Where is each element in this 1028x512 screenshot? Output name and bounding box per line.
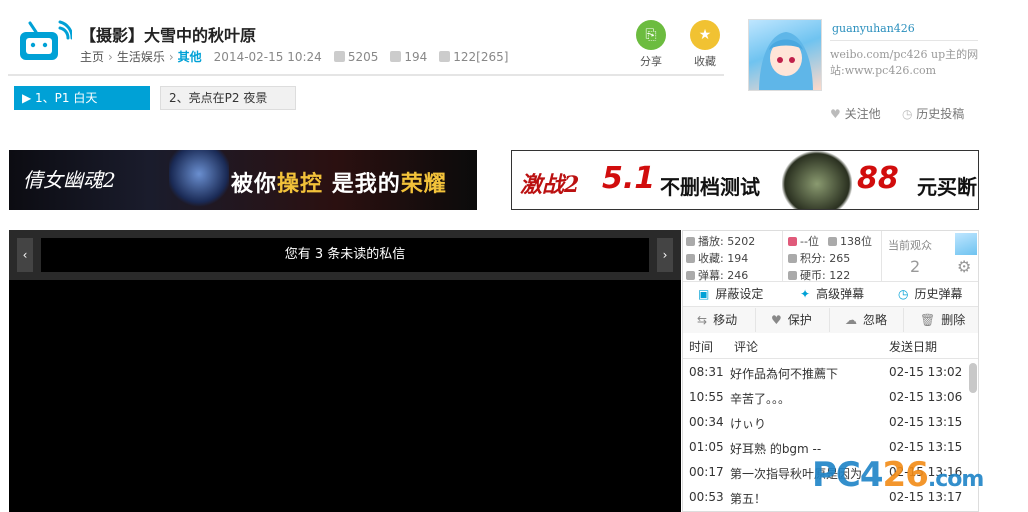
upload-date: 2014-02-15 10:24 bbox=[213, 49, 322, 64]
share-button[interactable]: ⎘ 分享 bbox=[636, 20, 666, 69]
block-icon: ▣ bbox=[698, 287, 710, 301]
ad-character-image bbox=[782, 151, 852, 209]
chevron-right-icon: › bbox=[168, 49, 174, 64]
ad-game-title: 激战2 bbox=[520, 172, 580, 198]
stat-divider bbox=[782, 231, 783, 281]
trash-icon: 🗑 bbox=[920, 313, 936, 327]
list-item[interactable]: 00:34 けぃり 02-15 13:15 bbox=[683, 411, 969, 436]
action-divider bbox=[903, 308, 904, 332]
play-icon: ▶ bbox=[22, 91, 36, 105]
stat-score: 积分: 265 bbox=[788, 250, 850, 266]
star-icon bbox=[788, 254, 797, 263]
page-title: 【摄影】大雪中的秋叶原 bbox=[80, 26, 257, 45]
stat-rank-2: 138位 bbox=[828, 233, 872, 249]
column-comment[interactable]: 评论 bbox=[734, 338, 758, 355]
sparkle-icon: ✦ bbox=[800, 287, 811, 301]
ignore-button[interactable]: ☁ 忽略 bbox=[845, 311, 887, 328]
clock-icon: ◷ bbox=[898, 287, 909, 301]
advanced-danmaku-button[interactable]: ✦ 高级弹幕 bbox=[800, 285, 864, 302]
danmaku-icon bbox=[686, 271, 695, 280]
part-tab-2[interactable]: 2、亮点在P2 夜景 bbox=[160, 86, 296, 110]
ad-hero-image bbox=[169, 150, 229, 210]
breadcrumb: 主页 › 生活娱乐 › 其他 2014-02-15 10:24 5205 194… bbox=[80, 48, 508, 65]
action-divider bbox=[755, 308, 756, 332]
block-settings-button[interactable]: ▣ 屏蔽设定 bbox=[698, 285, 763, 302]
list-item[interactable]: 08:31 好作品為何不推薦下 02-15 13:02 bbox=[683, 361, 969, 386]
message-prev-button[interactable]: ‹ bbox=[17, 238, 33, 272]
history-uploads-link[interactable]: ◷ 历史投稿 bbox=[902, 105, 964, 122]
ad-banner-right[interactable]: 激战2 5.1 不删档测试 88 元买断 bbox=[511, 150, 979, 210]
protect-button[interactable]: ♥ 保护 bbox=[771, 311, 812, 328]
header-divider bbox=[8, 74, 724, 76]
chevron-right-icon: › bbox=[108, 49, 113, 64]
stat-plays: 播放: 5202 bbox=[686, 233, 755, 249]
play-icon bbox=[686, 237, 695, 246]
delete-button[interactable]: 🗑 删除 bbox=[920, 311, 965, 328]
star-icon: ★ bbox=[690, 20, 720, 50]
ad-text: 不删档测试 bbox=[660, 175, 760, 199]
gear-icon[interactable]: ⚙ bbox=[957, 257, 971, 276]
ad-price: 88 bbox=[857, 161, 899, 196]
stat-rank: --位 bbox=[788, 233, 819, 249]
move-button[interactable]: ⇆ 移动 bbox=[697, 311, 737, 328]
star-icon bbox=[390, 51, 402, 62]
share-icon: ⎘ bbox=[636, 20, 666, 50]
favorite-count: 194 bbox=[390, 50, 427, 64]
favorite-label: 收藏 bbox=[694, 55, 716, 68]
cloud-icon: ☁ bbox=[845, 313, 857, 327]
ad-slogan: 被你操控 是我的荣耀 bbox=[231, 172, 447, 197]
danmaku-icon bbox=[439, 51, 451, 62]
user-avatar[interactable] bbox=[955, 233, 977, 255]
site-watermark: PC426.com bbox=[812, 455, 984, 495]
play-icon bbox=[333, 51, 345, 62]
heart-icon: ♥ bbox=[771, 313, 782, 327]
uploader-divider bbox=[830, 40, 978, 41]
clock-icon: ◷ bbox=[902, 107, 917, 121]
history-danmaku-button[interactable]: ◷ 历史弹幕 bbox=[898, 285, 963, 302]
ad-game-title: 倩女幽魂2 bbox=[23, 168, 116, 192]
coin-icon bbox=[788, 271, 797, 280]
danmaku-list-header: 时间 评论 发送日期 bbox=[683, 333, 978, 359]
rank-icon bbox=[828, 237, 837, 246]
column-time[interactable]: 时间 bbox=[689, 338, 713, 355]
message-next-button[interactable]: › bbox=[657, 238, 673, 272]
uploader-avatar[interactable] bbox=[748, 19, 822, 91]
uploader-name[interactable]: guanyuhan426 bbox=[832, 22, 915, 35]
heart-icon bbox=[686, 254, 695, 263]
column-date[interactable]: 发送日期 bbox=[889, 338, 937, 355]
viewers-label: 当前观众 bbox=[888, 239, 932, 252]
unread-message-notice[interactable]: 您有 3 条未读的私信 bbox=[41, 238, 649, 272]
viewers-count: 2 bbox=[910, 257, 921, 276]
stat-divider bbox=[881, 231, 882, 281]
ad-date: 5.1 bbox=[602, 161, 656, 196]
list-item[interactable]: 10:55 辛苦了。。。 02-15 13:06 bbox=[683, 386, 969, 411]
part-tab-1[interactable]: ▶ 1、P1 白天 bbox=[14, 86, 150, 110]
ad-banner-left[interactable]: 倩女幽魂2 被你操控 是我的荣耀 bbox=[9, 150, 477, 210]
uploader-description: weibo.com/pc426 up主的网站:www.pc426.com bbox=[830, 48, 979, 77]
stat-favorites: 收藏: 194 bbox=[686, 250, 748, 266]
rank-icon bbox=[788, 237, 797, 246]
move-icon: ⇆ bbox=[697, 313, 708, 327]
breadcrumb-home[interactable]: 主页 bbox=[80, 48, 104, 65]
site-logo[interactable] bbox=[18, 20, 74, 64]
list-scrollbar[interactable] bbox=[969, 363, 977, 393]
ad-price-text: 元买断 bbox=[917, 175, 977, 199]
breadcrumb-subcategory[interactable]: 其他 bbox=[178, 48, 202, 65]
share-label: 分享 bbox=[640, 55, 662, 68]
action-divider bbox=[829, 308, 830, 332]
play-count: 5205 bbox=[333, 50, 378, 64]
follow-button[interactable]: ♥ 关注他 bbox=[830, 105, 881, 122]
danmaku-count: 122[265] bbox=[439, 50, 508, 64]
favorite-button[interactable]: ★ 收藏 bbox=[690, 20, 720, 69]
breadcrumb-category[interactable]: 生活娱乐 bbox=[117, 48, 165, 65]
heart-icon: ♥ bbox=[830, 107, 845, 121]
